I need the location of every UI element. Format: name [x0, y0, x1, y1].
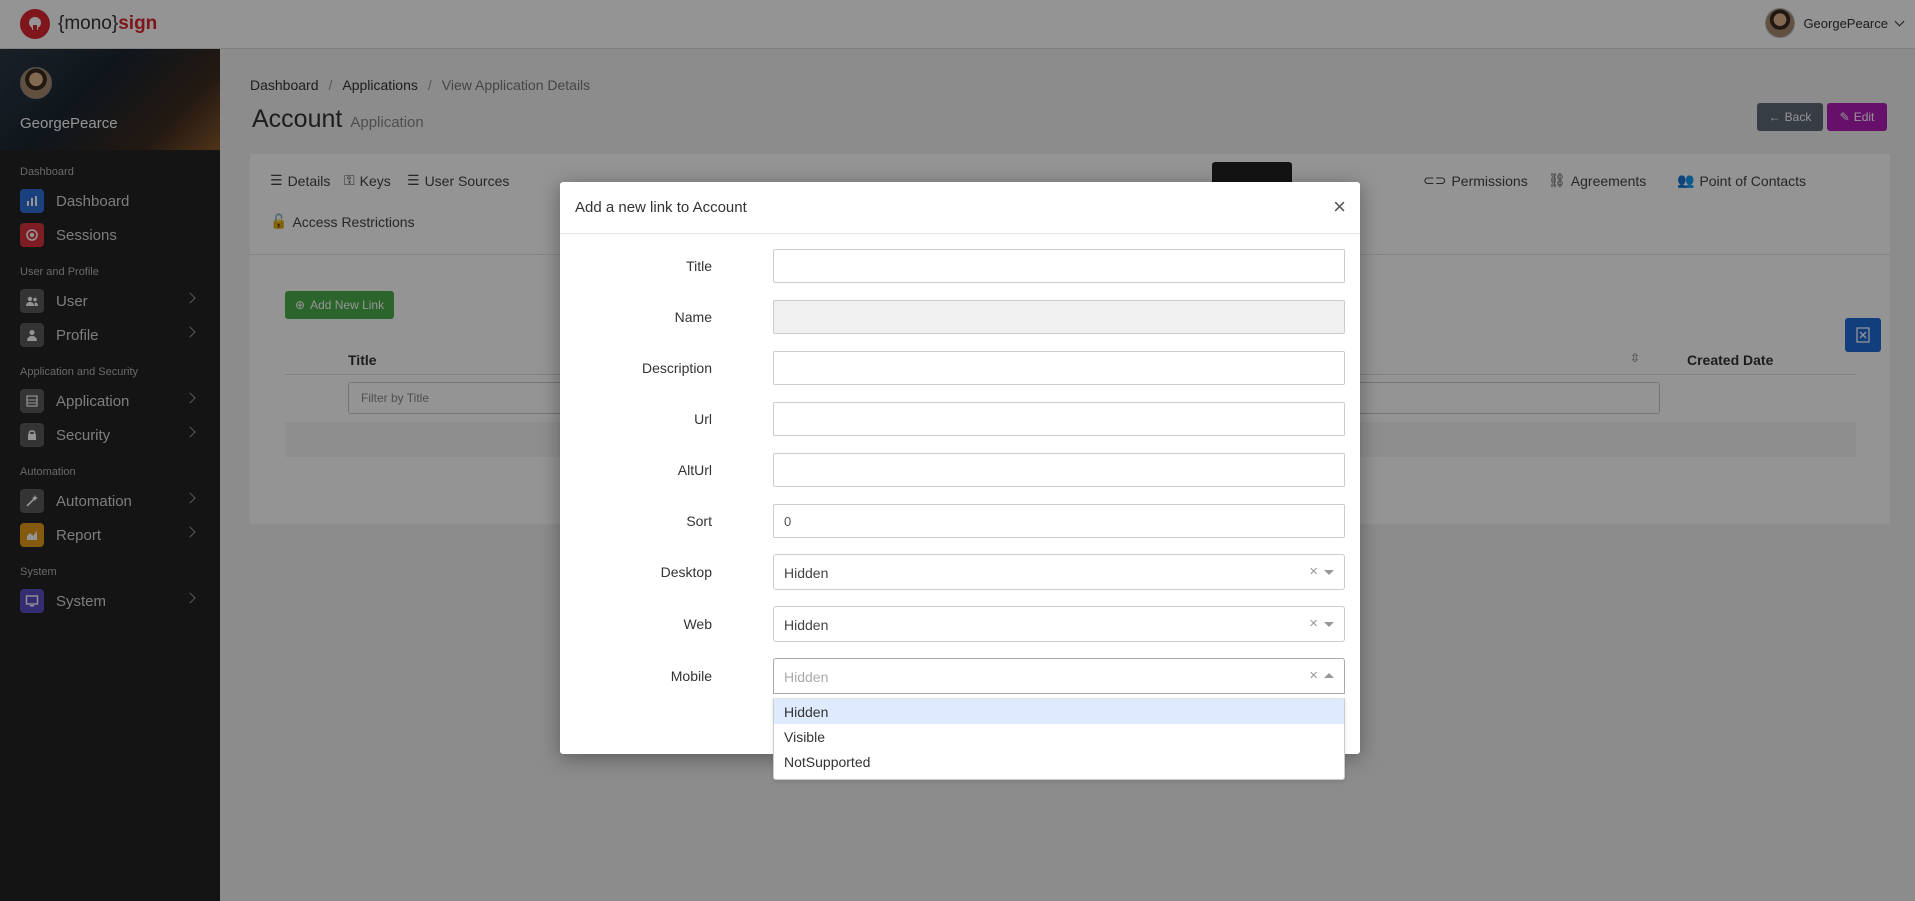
name-label: Name — [674, 309, 712, 325]
clear-icon[interactable]: × — [1309, 615, 1318, 632]
modal-title: Add a new link to Account — [575, 199, 747, 216]
desktop-select-value: Hidden — [784, 565, 829, 581]
description-label: Description — [641, 360, 712, 376]
form-row-name: Name — [560, 300, 1360, 336]
dropdown-option-notsupported[interactable]: NotSupported — [774, 749, 1344, 774]
chevron-down-icon[interactable] — [1324, 622, 1334, 627]
url-field[interactable] — [773, 402, 1345, 436]
chevron-down-icon[interactable] — [1324, 570, 1334, 575]
add-link-modal: Add a new link to Account × Title Name D… — [560, 182, 1360, 754]
title-label: Title — [686, 258, 712, 274]
web-select-value: Hidden — [784, 617, 829, 633]
form-row-description: Description — [560, 351, 1360, 387]
chevron-up-icon[interactable] — [1324, 673, 1334, 678]
dropdown-option-hidden[interactable]: Hidden — [774, 699, 1344, 724]
name-field — [773, 300, 1345, 334]
mobile-select-placeholder: Hidden — [784, 669, 829, 685]
alturl-field[interactable] — [773, 453, 1345, 487]
form-row-title: Title — [560, 249, 1360, 285]
desktop-select[interactable]: Hidden × — [773, 554, 1345, 590]
alturl-label: AltUrl — [677, 462, 712, 478]
modal-header: Add a new link to Account × — [560, 182, 1360, 234]
form-row-alturl: AltUrl — [560, 453, 1360, 489]
form-row-url: Url — [560, 402, 1360, 438]
title-field[interactable] — [773, 249, 1345, 283]
dropdown-option-visible[interactable]: Visible — [774, 724, 1344, 749]
mobile-dropdown-menu: Hidden Visible NotSupported — [773, 698, 1345, 780]
web-select[interactable]: Hidden × — [773, 606, 1345, 642]
mobile-label: Mobile — [670, 668, 712, 684]
form-row-web: Web Hidden × — [560, 606, 1360, 642]
web-label: Web — [683, 616, 712, 632]
close-icon[interactable]: × — [1333, 196, 1346, 218]
mobile-select[interactable]: Hidden × — [773, 658, 1345, 694]
clear-icon[interactable]: × — [1309, 667, 1318, 684]
sort-field[interactable] — [773, 504, 1345, 538]
desktop-label: Desktop — [660, 564, 712, 580]
form-row-sort: Sort — [560, 504, 1360, 540]
form-row-mobile: Mobile Hidden × — [560, 658, 1360, 694]
description-field[interactable] — [773, 351, 1345, 385]
form-row-desktop: Desktop Hidden × — [560, 554, 1360, 590]
clear-icon[interactable]: × — [1309, 563, 1318, 580]
sort-label: Sort — [686, 513, 712, 529]
url-label: Url — [694, 411, 712, 427]
